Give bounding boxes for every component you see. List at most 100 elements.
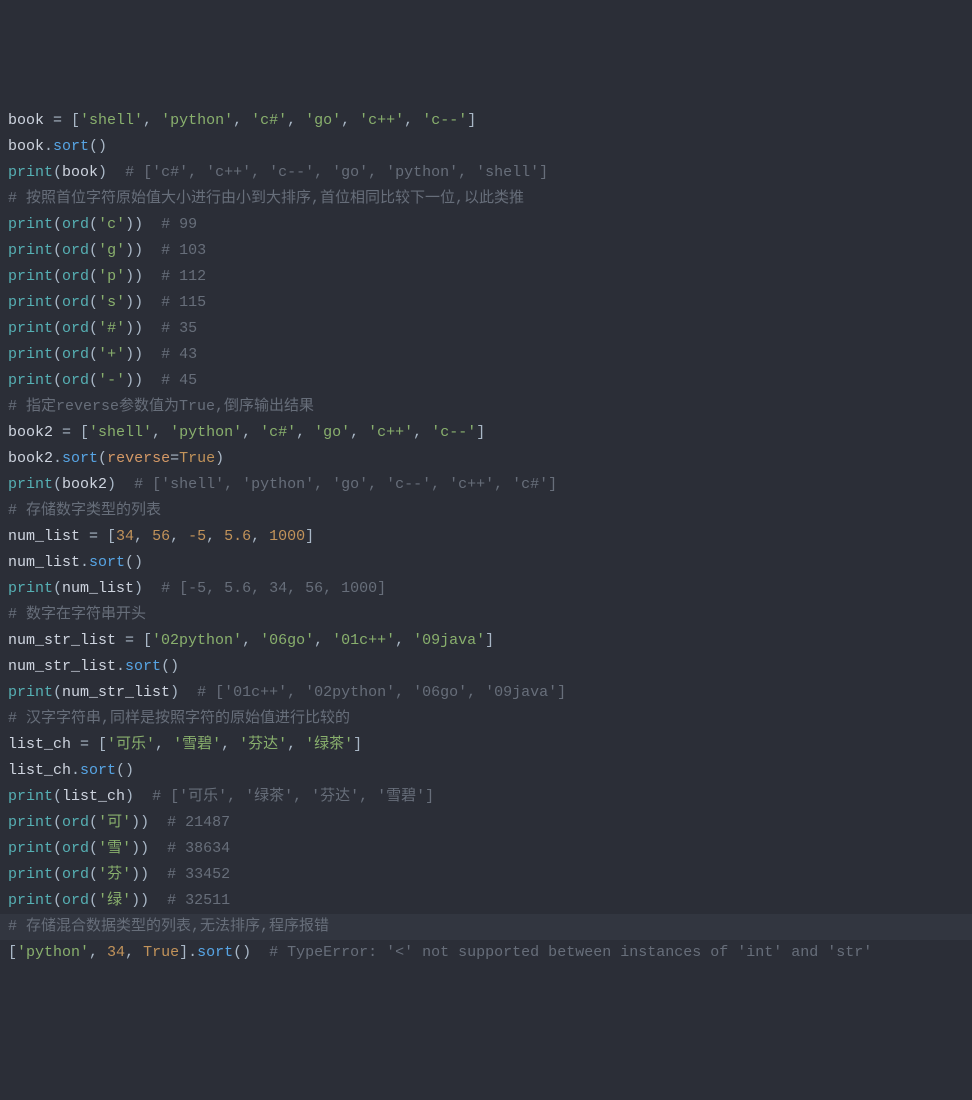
token-punct: = [	[53, 424, 89, 441]
code-line[interactable]: book2.sort(reverse=True)	[8, 446, 964, 472]
token-str: 'c'	[98, 216, 125, 233]
token-punct: )	[98, 164, 125, 181]
code-line[interactable]: print(ord('可')) # 21487	[8, 810, 964, 836]
token-punct: ))	[125, 242, 161, 259]
token-bltn: ord	[62, 814, 89, 831]
token-bltn: print	[8, 216, 53, 233]
token-str: 'go'	[305, 112, 341, 129]
token-bltn: print	[8, 164, 53, 181]
code-line[interactable]: print(ord('绿')) # 32511	[8, 888, 964, 914]
token-comment: # 99	[161, 216, 197, 233]
token-comment: # 33452	[167, 866, 230, 883]
code-line[interactable]: print(num_list) # [-5, 5.6, 34, 56, 1000…	[8, 576, 964, 602]
code-line[interactable]: list_ch = ['可乐', '雪碧', '芬达', '绿茶']	[8, 732, 964, 758]
token-punct: ()	[233, 944, 269, 961]
code-line[interactable]: num_list = [34, 56, -5, 5.6, 1000]	[8, 524, 964, 550]
code-line[interactable]: print(ord('g')) # 103	[8, 238, 964, 264]
code-editor-content[interactable]: book = ['shell', 'python', 'c#', 'go', '…	[8, 108, 964, 966]
token-punct: ,	[251, 528, 269, 545]
token-comment: # 存储混合数据类型的列表,无法排序,程序报错	[8, 918, 329, 935]
token-var: num_str_list	[8, 658, 116, 675]
code-line[interactable]: print(ord('+')) # 43	[8, 342, 964, 368]
token-punct: ,	[233, 112, 251, 129]
token-str: '#'	[98, 320, 125, 337]
token-var: book2	[8, 450, 53, 467]
token-var: num_str_list	[8, 632, 116, 649]
code-line[interactable]: num_list.sort()	[8, 550, 964, 576]
token-punct: (	[53, 580, 62, 597]
token-punct: ,	[143, 112, 161, 129]
token-bool: True	[143, 944, 179, 961]
code-line[interactable]: # 数字在字符串开头	[8, 602, 964, 628]
token-punct: ,	[287, 736, 305, 753]
token-punct: ,	[395, 632, 413, 649]
token-comment: # ['c#', 'c++', 'c--', 'go', 'python', '…	[125, 164, 548, 181]
token-var: book	[62, 164, 98, 181]
code-line[interactable]: # 存储混合数据类型的列表,无法排序,程序报错	[0, 914, 972, 940]
code-line[interactable]: print(list_ch) # ['可乐', '绿茶', '芬达', '雪碧'…	[8, 784, 964, 810]
token-punct: (	[89, 242, 98, 259]
token-punct: .	[53, 450, 62, 467]
token-bltn: print	[8, 580, 53, 597]
token-punct: = [	[44, 112, 80, 129]
token-str: 'c--'	[431, 424, 476, 441]
token-comment: # 指定reverse参数值为True,倒序输出结果	[8, 398, 314, 415]
token-bltn: ord	[62, 294, 89, 311]
token-bltn: print	[8, 346, 53, 363]
token-punct: ]	[305, 528, 314, 545]
token-comment: # 45	[161, 372, 197, 389]
token-punct: (	[89, 346, 98, 363]
code-line[interactable]: # 指定reverse参数值为True,倒序输出结果	[8, 394, 964, 420]
token-punct: ))	[125, 216, 161, 233]
code-line[interactable]: # 存储数字类型的列表	[8, 498, 964, 524]
code-line[interactable]: print(ord('#')) # 35	[8, 316, 964, 342]
token-func: sort	[80, 762, 116, 779]
code-line[interactable]: print(book) # ['c#', 'c++', 'c--', 'go',…	[8, 160, 964, 186]
code-line[interactable]: print(num_str_list) # ['01c++', '02pytho…	[8, 680, 964, 706]
token-punct: (	[89, 216, 98, 233]
token-punct: .	[71, 762, 80, 779]
code-line[interactable]: book = ['shell', 'python', 'c#', 'go', '…	[8, 108, 964, 134]
code-line[interactable]: print(ord('p')) # 112	[8, 264, 964, 290]
code-line[interactable]: # 按照首位字符原始值大小进行由小到大排序,首位相同比较下一位,以此类推	[8, 186, 964, 212]
code-line[interactable]: list_ch.sort()	[8, 758, 964, 784]
token-comment: # 汉字字符串,同样是按照字符的原始值进行比较的	[8, 710, 350, 727]
token-punct: (	[89, 866, 98, 883]
token-bltn: ord	[62, 372, 89, 389]
token-punct: ))	[125, 372, 161, 389]
token-punct: (	[89, 840, 98, 857]
token-str: 'c--'	[422, 112, 467, 129]
token-var: num_list	[8, 554, 80, 571]
token-punct: (	[53, 242, 62, 259]
code-line[interactable]: ['python', 34, True].sort() # TypeError:…	[8, 940, 964, 966]
code-line[interactable]: num_str_list = ['02python', '06go', '01c…	[8, 628, 964, 654]
token-punct: (	[53, 372, 62, 389]
token-punct: (	[53, 814, 62, 831]
code-line[interactable]: print(ord('-')) # 45	[8, 368, 964, 394]
code-line[interactable]: print(book2) # ['shell', 'python', 'go',…	[8, 472, 964, 498]
token-comment: # ['可乐', '绿茶', '芬达', '雪碧']	[152, 788, 434, 805]
code-line[interactable]: print(ord('s')) # 115	[8, 290, 964, 316]
token-punct: ]	[467, 112, 476, 129]
code-line[interactable]: print(ord('雪')) # 38634	[8, 836, 964, 862]
token-punct: (	[53, 216, 62, 233]
token-punct: ()	[116, 762, 134, 779]
code-line[interactable]: print(ord('芬')) # 33452	[8, 862, 964, 888]
token-punct: (	[53, 840, 62, 857]
token-comment: # 103	[161, 242, 206, 259]
token-punct: ,	[404, 112, 422, 129]
token-punct: )	[215, 450, 224, 467]
code-line[interactable]: num_str_list.sort()	[8, 654, 964, 680]
code-line[interactable]: # 汉字字符串,同样是按照字符的原始值进行比较的	[8, 706, 964, 732]
code-line[interactable]: book.sort()	[8, 134, 964, 160]
token-punct: ))	[131, 814, 167, 831]
code-line[interactable]: print(ord('c')) # 99	[8, 212, 964, 238]
token-punct: ]	[476, 424, 485, 441]
token-punct: (	[53, 892, 62, 909]
token-bltn: print	[8, 840, 53, 857]
token-comment: # ['shell', 'python', 'go', 'c--', 'c++'…	[134, 476, 557, 493]
token-punct: ,	[170, 528, 188, 545]
token-num: 34	[116, 528, 134, 545]
token-bltn: ord	[62, 840, 89, 857]
code-line[interactable]: book2 = ['shell', 'python', 'c#', 'go', …	[8, 420, 964, 446]
